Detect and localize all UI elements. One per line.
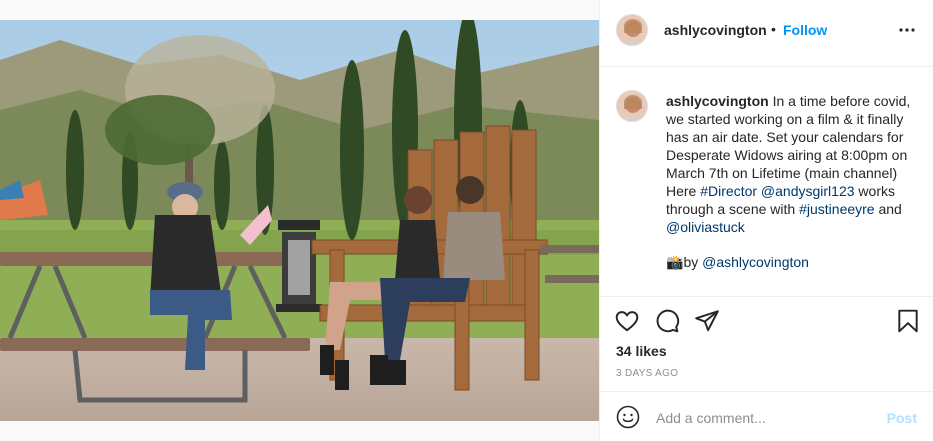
camera-emoji-icon: 📸 <box>666 254 684 270</box>
share-paper-plane-icon[interactable] <box>694 308 720 334</box>
emoji-icon[interactable] <box>616 405 640 429</box>
header-separator: • <box>771 21 776 37</box>
hashtag-justineeyre[interactable]: #justineeyre <box>799 201 875 217</box>
mention-andysgirl123[interactable]: @andysgirl123 <box>761 183 855 199</box>
post-photo[interactable] <box>0 20 599 421</box>
post-details-panel: ashlycovington • Follow ashlycovington I… <box>599 0 933 441</box>
mention-oliviastuck[interactable]: @oliviastuck <box>666 219 745 235</box>
follow-button[interactable]: Follow <box>783 22 827 38</box>
post-timestamp[interactable]: 3 DAYS AGO <box>616 368 678 379</box>
comment-bubble-icon[interactable] <box>654 308 680 334</box>
likes-count[interactable]: 34 likes <box>616 343 667 359</box>
photo-illustration <box>0 20 599 421</box>
caption-body-4: and <box>874 201 902 217</box>
caption-avatar[interactable] <box>616 90 648 122</box>
author-username[interactable]: ashlycovington <box>664 22 767 38</box>
action-bar <box>600 297 933 343</box>
caption-username[interactable]: ashlycovington <box>666 93 769 109</box>
comment-input[interactable] <box>656 408 866 428</box>
caption-section: ashlycovington In a time before covid, w… <box>600 67 933 297</box>
credit-by: by <box>683 254 703 270</box>
caption-text: ashlycovington In a time before covid, w… <box>666 92 924 236</box>
post-header: ashlycovington • Follow <box>600 0 933 67</box>
comment-box: Post <box>600 391 933 441</box>
post-comment-button[interactable]: Post <box>887 410 917 426</box>
author-avatar[interactable] <box>616 14 648 46</box>
photo-credit: 📸by @ashlycovington <box>666 253 809 271</box>
like-heart-icon[interactable] <box>614 308 640 334</box>
save-bookmark-icon[interactable] <box>895 308 921 334</box>
more-options-icon[interactable] <box>895 18 919 42</box>
hashtag-director[interactable]: #Director <box>700 183 757 199</box>
mention-ashlycovington[interactable]: @ashlycovington <box>702 254 809 270</box>
